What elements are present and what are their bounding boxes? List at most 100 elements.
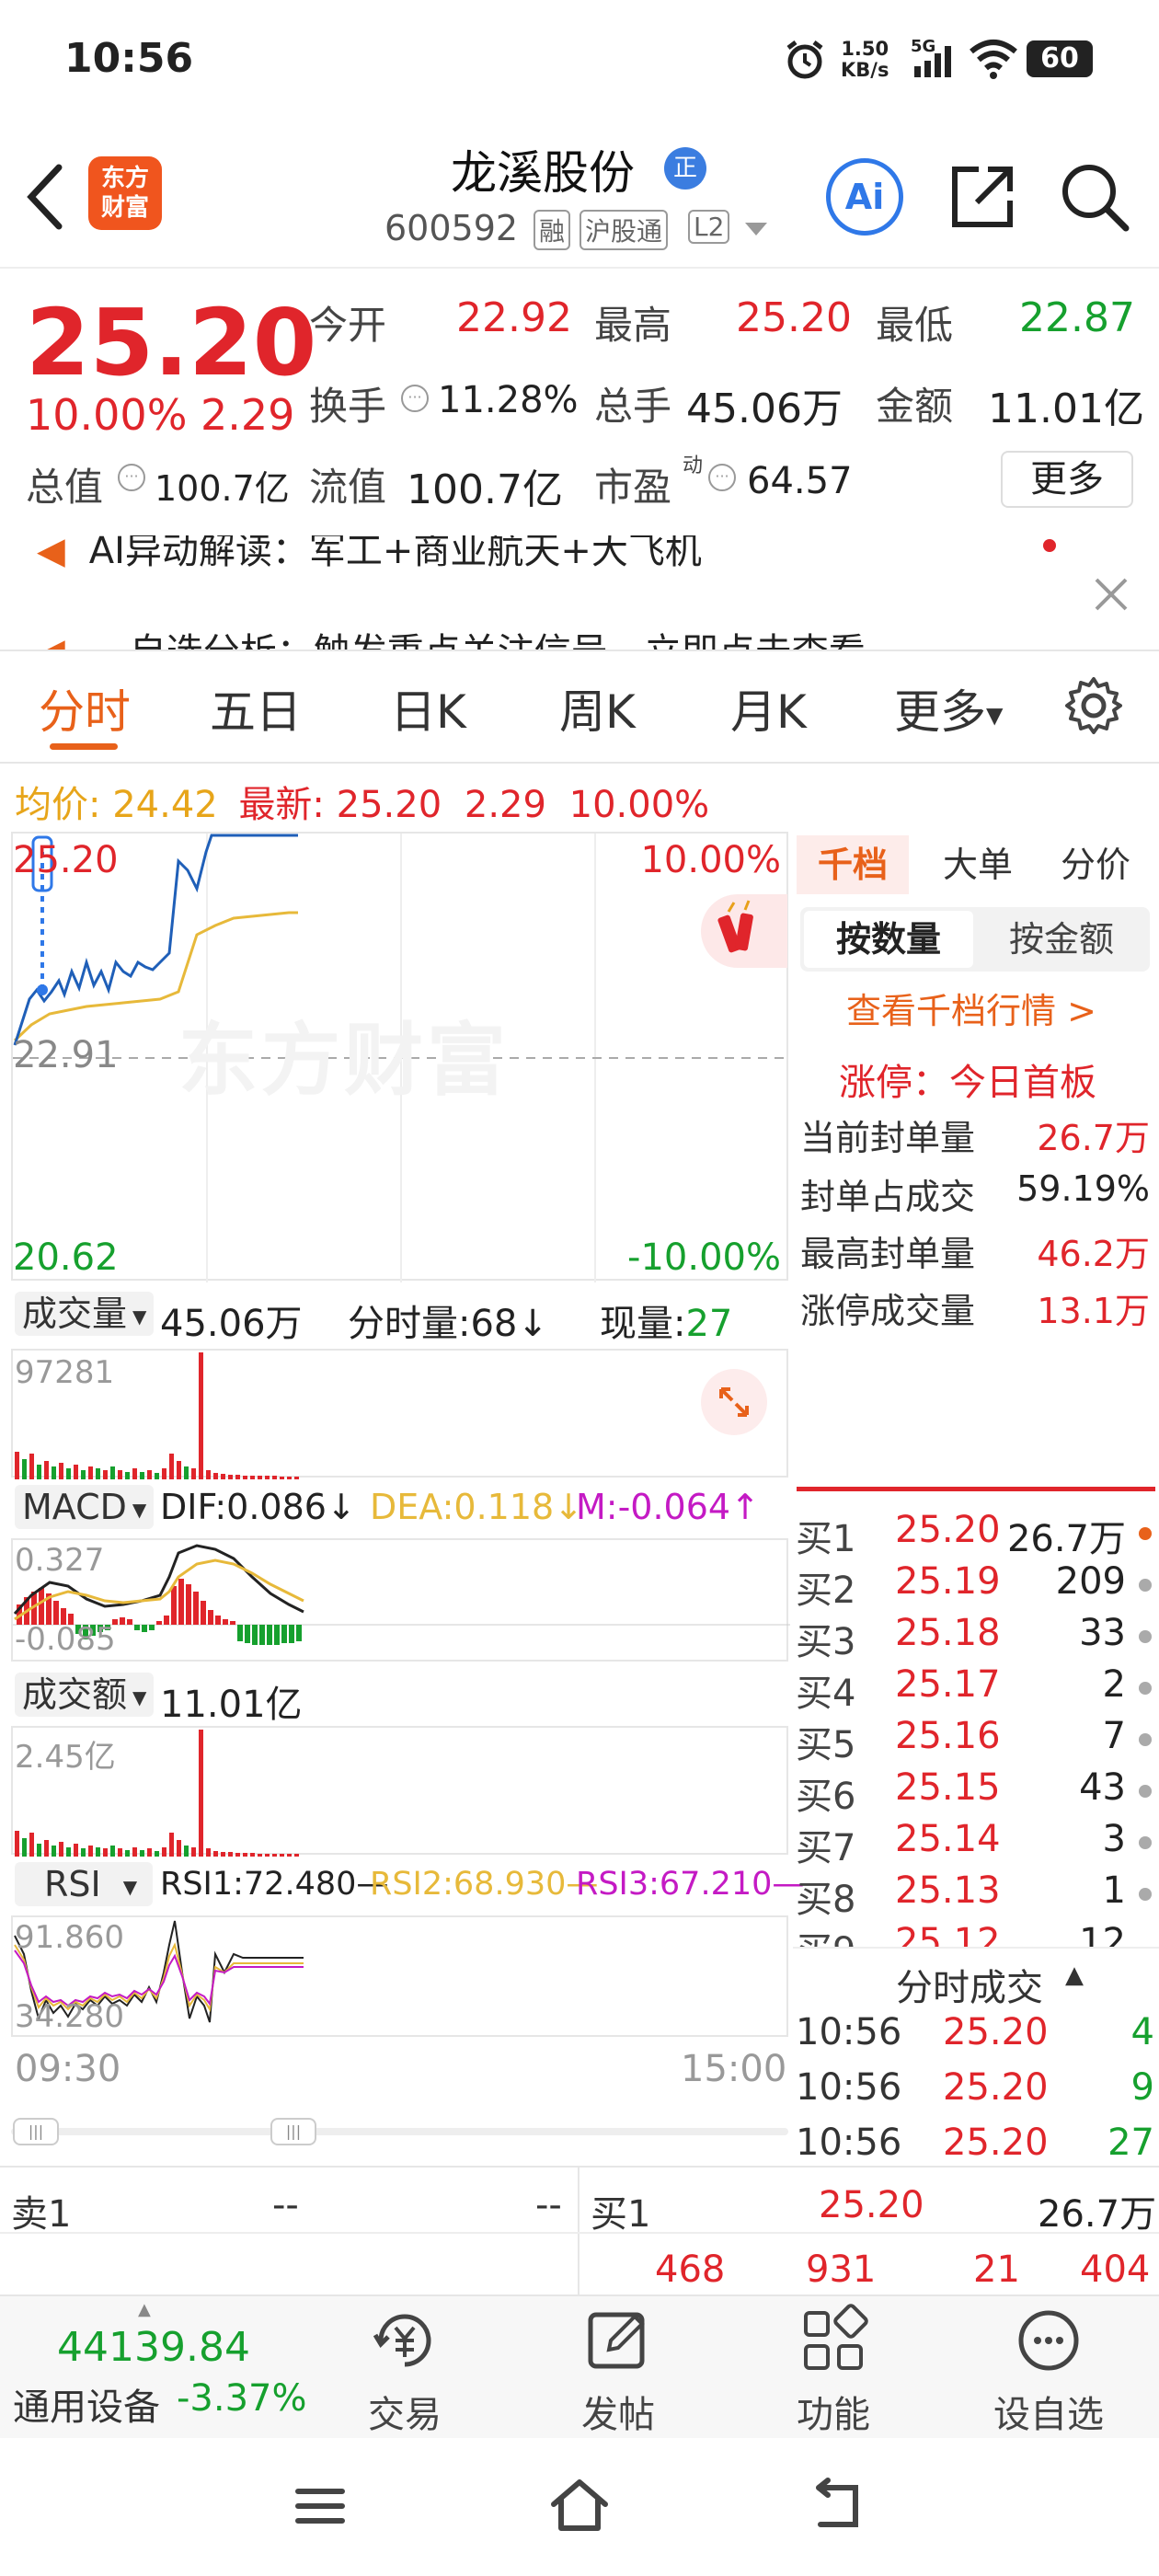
tab-intraday[interactable]: 分时 (39, 675, 131, 742)
wifi-icon (968, 37, 1019, 81)
nav-add-watchlist[interactable]: 设自选 (957, 2304, 1141, 2440)
volume-chart[interactable]: 97281 (11, 1349, 788, 1479)
subtab-by-quantity[interactable]: 按数量 (804, 911, 973, 968)
amount-chart[interactable]: 2.45亿 (11, 1726, 788, 1857)
news-ticker[interactable]: ◀ AI异动解读：军工+商业航天+大飞机 ◀ 自选分析：触发重点关注信号，立即点… (0, 535, 1159, 650)
app-logo[interactable]: 东方 财富 (88, 156, 162, 230)
subtab-by-amount[interactable]: 按金额 (977, 911, 1146, 968)
tick-volume: 4 (1130, 2011, 1154, 2053)
bid-row[interactable]: 买2 25.19 209 (796, 1560, 1159, 1612)
time-range-scroller[interactable]: ||| ||| (11, 2116, 788, 2147)
low-value: 22.87 (1019, 294, 1135, 341)
tab-monthly-k[interactable]: 月K (730, 675, 807, 742)
bid-volume: 43 (1079, 1766, 1126, 1809)
indicator-selector-volume[interactable]: 成交量 ▼ (15, 1292, 155, 1336)
change-value: 2.29 (201, 390, 295, 440)
side-tab-level[interactable]: 千档 (797, 835, 909, 894)
bid-row[interactable]: 买9 25.12 12 (796, 1921, 1159, 1947)
bid-dot (1139, 1733, 1152, 1746)
bid-volume: 1 (1102, 1869, 1126, 1912)
bid-row[interactable]: 买5 25.16 7 (796, 1715, 1159, 1766)
bid-price: 25.20 (895, 1509, 1001, 1551)
tab-weekly-k[interactable]: 周K (559, 675, 636, 742)
bid-row[interactable]: 买7 25.14 3 (796, 1818, 1159, 1869)
volume-label: 总手 (594, 384, 672, 429)
macd-chart[interactable]: 0.327 -0.085 (11, 1538, 790, 1662)
indicator-selector-amount[interactable]: 成交额 ▼ (15, 1673, 155, 1717)
info-icon[interactable]: ··· (708, 464, 736, 491)
bid-row[interactable]: 买4 25.17 2 (796, 1663, 1159, 1715)
bid-row[interactable]: 买1 25.20 26.7万 (796, 1509, 1159, 1560)
bid-row[interactable]: 买6 25.15 43 (796, 1766, 1159, 1818)
news-line-1[interactable]: ◀ AI异动解读：军工+商业航天+大飞机 (37, 535, 1067, 572)
limit-stat-label: 当前封单量 (800, 1118, 976, 1158)
bid-label: 买9 (796, 1921, 855, 1947)
nav-trade[interactable]: 交易 (313, 2304, 497, 2440)
index-name: 通用设备 (13, 2386, 160, 2429)
info-icon[interactable]: ··· (401, 385, 429, 412)
high-label: 最高 (594, 303, 672, 348)
bid-dot (1139, 1836, 1152, 1849)
tag-connect: 沪股通 (580, 210, 669, 250)
ticks-title: 分时成交 (896, 1967, 1043, 2009)
back-nav-icon[interactable] (808, 2477, 866, 2536)
trade-icon (373, 2314, 431, 2367)
ticks-header[interactable]: 分时成交 ▲ (793, 1947, 1159, 2009)
side-tab-price-dist[interactable]: 分价 (1039, 835, 1152, 894)
index-widget[interactable]: ▲ 44139.84 通用设备 -3.37% (0, 2296, 322, 2440)
macd-selector-label: MACD (22, 1487, 127, 1527)
bid-row[interactable]: 买8 25.13 1 (796, 1869, 1159, 1921)
bid-row[interactable]: 买3 25.18 33 (796, 1612, 1159, 1663)
float-value: 100.7亿 (407, 466, 563, 513)
bid-dot (1139, 1579, 1152, 1592)
tab-daily-k[interactable]: 日K (390, 675, 466, 742)
firecracker-icon[interactable] (701, 894, 787, 968)
pe-label: 市盈 (594, 465, 672, 510)
tick-volume: 9 (1130, 2066, 1154, 2109)
tab-more[interactable]: 更多▼ (894, 675, 1003, 742)
news-line-2[interactable]: ◀ 自选分析：触发重点关注信号，立即点击查看 (37, 622, 1067, 650)
buy1-volume: 26.7万 (1038, 2193, 1157, 2236)
indicator-selector-rsi[interactable]: RSI ▼ (15, 1862, 153, 1906)
scroller-left-handle[interactable]: ||| (13, 2118, 59, 2145)
tab-more-label: 更多 (894, 685, 986, 739)
net-speed-value: 1.50 (841, 38, 889, 60)
bid-price: 25.17 (895, 1663, 1001, 1706)
ai-button[interactable]: Ai (826, 158, 903, 236)
nav-functions[interactable]: 功能 (741, 2304, 925, 2440)
home-icon[interactable] (548, 2475, 611, 2536)
latest-value: 25.20 (336, 784, 442, 826)
dropdown-icon[interactable] (743, 221, 769, 239)
tab-active-indicator (50, 743, 118, 750)
index-change: -3.37% (177, 2377, 307, 2420)
scroller-right-handle[interactable]: ||| (270, 2118, 316, 2145)
intraday-chart[interactable]: 25.20 10.00% 22.91 20.62 -10.00% 东方财富 (11, 832, 790, 1282)
quote-section: 25.20 10.00% 2.29 今开 22.92 最高 25.20 最低 2… (0, 269, 1159, 535)
nav-post[interactable]: 发帖 (526, 2304, 710, 2440)
back-icon[interactable] (22, 162, 68, 232)
side-tab-big-order[interactable]: 大单 (922, 835, 1034, 894)
latest-change: 2.29 (464, 784, 546, 826)
chart-bottom-pct: -10.00% (627, 1236, 781, 1279)
rsi-panel-header: RSI ▼ RSI1:72.480— RSI2:68.930— RSI3:67.2… (11, 1857, 804, 1914)
expand-icon[interactable] (701, 1369, 767, 1435)
search-icon[interactable] (1058, 160, 1131, 234)
bid-label: 买4 (796, 1673, 856, 1715)
menu-icon[interactable] (293, 2478, 348, 2534)
settings-icon[interactable] (1063, 675, 1124, 736)
float-label: 流值 (309, 465, 387, 510)
nav-trade-label: 交易 (368, 2394, 442, 2436)
tab-five-day[interactable]: 五日 (210, 675, 302, 742)
latest-label: 最新: (238, 784, 325, 826)
view-level-link[interactable]: 查看千档行情 > (846, 983, 1096, 1033)
rsi2-value: RSI2:68.930— (370, 1866, 599, 1903)
tick-time: 10:56 (796, 2011, 902, 2053)
rsi-chart[interactable]: 91.860 34.280 (11, 1915, 788, 2037)
more-button[interactable]: 更多 (1001, 451, 1133, 508)
bottom-order-strip: 卖1 -- -- 买1 25.20 26.7万 468 931 21 404 (0, 2168, 1159, 2296)
close-icon[interactable] (1091, 574, 1131, 615)
share-icon[interactable] (947, 162, 1017, 232)
info-icon[interactable]: ··· (118, 464, 145, 491)
turnover-value: 11.28% (438, 379, 579, 421)
indicator-selector-macd[interactable]: MACD ▼ (15, 1485, 155, 1529)
